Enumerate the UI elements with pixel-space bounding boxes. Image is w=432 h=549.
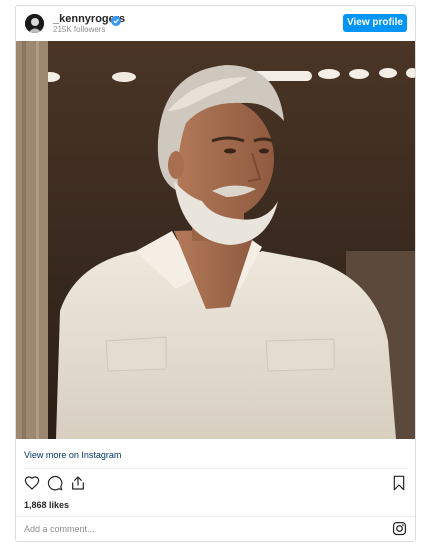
post-header: _kennyrogers 215K followers View profile <box>16 6 415 40</box>
avatar[interactable] <box>25 14 44 33</box>
instagram-icon[interactable] <box>392 521 407 536</box>
post-photo[interactable] <box>16 41 415 439</box>
comment-icon[interactable] <box>47 475 63 491</box>
likes-count[interactable]: 1,868 likes <box>24 500 69 510</box>
share-icon[interactable] <box>70 475 86 491</box>
view-more-link[interactable]: View more on Instagram <box>24 450 121 460</box>
divider <box>24 468 407 469</box>
view-profile-button[interactable]: View profile <box>343 14 407 32</box>
divider <box>16 516 415 517</box>
comment-input[interactable] <box>24 521 374 537</box>
heart-icon[interactable] <box>24 475 40 491</box>
followers-count: 215K followers <box>53 25 106 34</box>
instagram-embed-card: _kennyrogers 215K followers View profile <box>15 5 416 542</box>
bookmark-icon[interactable] <box>391 475 407 491</box>
verified-badge-icon <box>111 13 121 26</box>
